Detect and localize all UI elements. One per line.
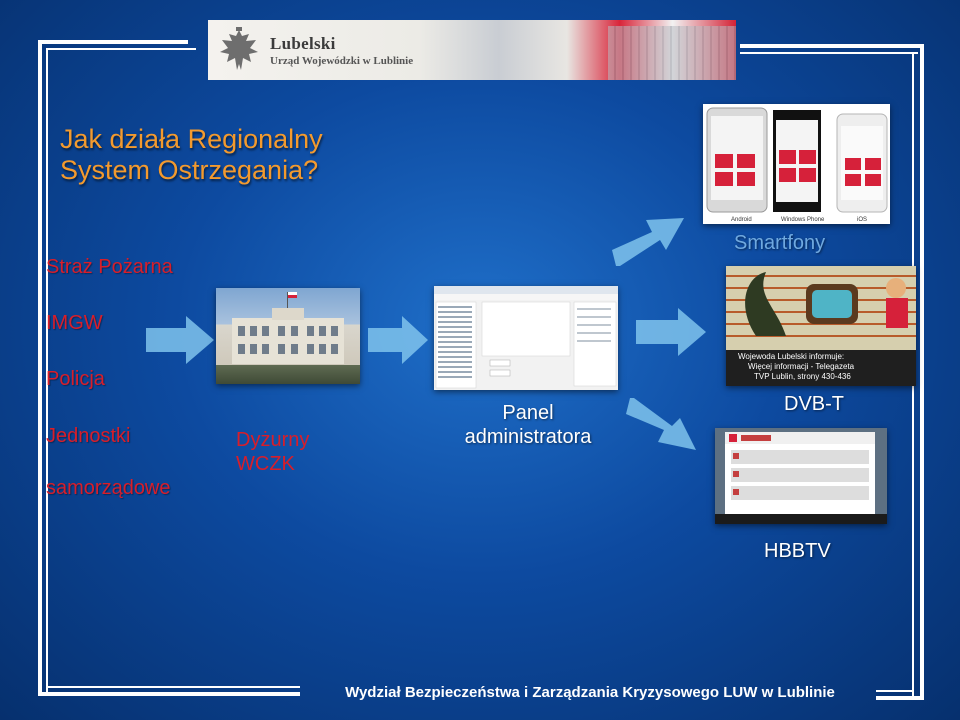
tv-caption-line-1: Wojewoda Lubelski informuje: xyxy=(738,352,844,361)
header-subtitle: Urząd Wojewódzki w Lublinie xyxy=(270,55,414,67)
frame-bottom-right-inner xyxy=(876,690,914,692)
hbbtv-screenshot xyxy=(715,428,887,524)
dispatcher-label: Dyżurny WCZK xyxy=(236,429,310,475)
source-police: Policja xyxy=(46,368,105,390)
frame-top-right xyxy=(740,44,924,48)
phone-label-windows: Windows Phone xyxy=(781,217,825,223)
frame-bottom-right xyxy=(876,696,924,700)
header-title: Lubelski xyxy=(270,34,336,53)
source-fire-brigade: Straż Pożarna xyxy=(46,256,173,278)
building-backdrop xyxy=(608,26,736,80)
arrow-right-icon xyxy=(146,316,214,364)
dvbt-tv-photo: Wojewoda Lubelski informuje: Więcej info… xyxy=(726,266,916,386)
frame-top-left xyxy=(38,40,188,44)
admin-panel-label: Panel administratora xyxy=(464,402,592,448)
source-local-government: samorządowe xyxy=(46,477,171,499)
phone-label-android: Android xyxy=(731,217,752,223)
frame-bottom-left xyxy=(38,692,300,696)
arrow-right-icon xyxy=(368,316,428,364)
tv-caption-line-3: TVP Lublin, strony 430-436 xyxy=(754,372,851,381)
tv-caption-line-2: Więcej informacji - Telegazeta xyxy=(748,362,855,371)
arrow-right-icon xyxy=(636,308,706,356)
header-banner: Lubelski Urząd Wojewódzki w Lublinie xyxy=(208,20,736,80)
slide-title: Jak działa Regionalny System Ostrzegania… xyxy=(60,124,323,185)
white-eagle-icon xyxy=(220,27,258,70)
phone-label-ios: iOS xyxy=(857,217,867,223)
footer-department: Wydział Bezpieczeństwa i Zarządzania Kry… xyxy=(345,684,835,701)
frame-top-right-inner xyxy=(740,52,918,54)
source-imgw: IMGW xyxy=(46,312,103,334)
voivodeship-building-photo xyxy=(216,288,360,384)
arrow-down-right-icon xyxy=(626,398,696,450)
frame-top-left-inner xyxy=(46,48,196,50)
arrow-up-right-icon xyxy=(612,218,684,266)
source-local-units: Jednostki xyxy=(46,425,131,447)
frame-left-outer xyxy=(38,40,42,696)
admin-panel-screenshot xyxy=(434,286,618,390)
dvbt-label: DVB-T xyxy=(784,393,844,415)
smartphones-photo: Android Windows Phone iOS xyxy=(703,104,890,224)
frame-bottom-left-inner xyxy=(46,686,300,688)
hbbtv-label: HBBTV xyxy=(764,540,831,562)
frame-right-outer xyxy=(920,44,924,700)
smartphones-label: Smartfony xyxy=(734,232,826,254)
